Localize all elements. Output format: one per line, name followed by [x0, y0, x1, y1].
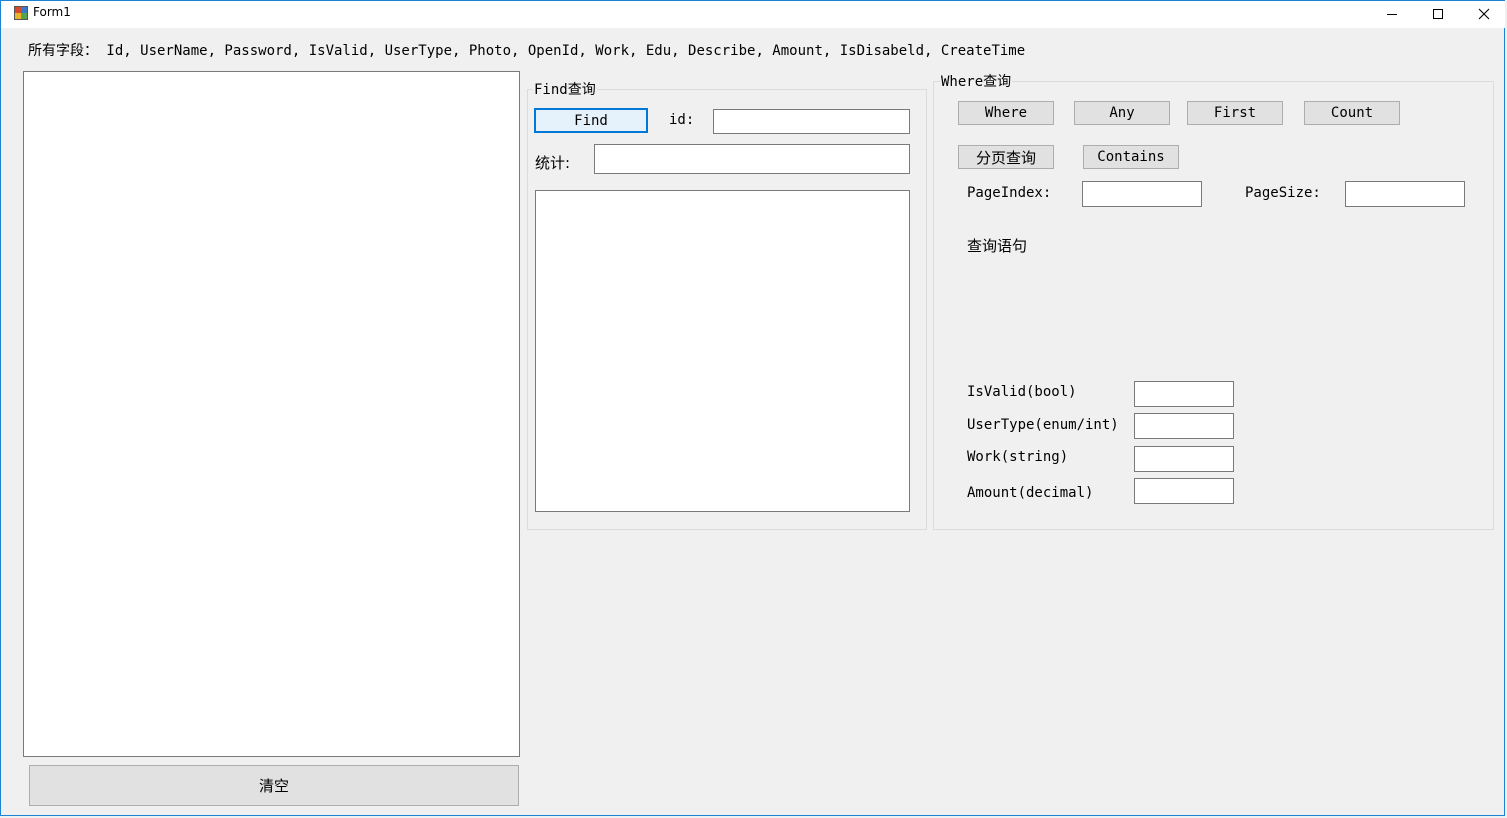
where-button[interactable]: Where	[958, 101, 1054, 125]
fields-label: 所有字段： Id, UserName, Password, IsValid, U…	[28, 43, 1026, 59]
work-input[interactable]	[1134, 446, 1234, 472]
output-textbox[interactable]	[23, 71, 520, 757]
usertype-label: UserType(enum/int)	[967, 417, 1119, 433]
window-title: Form1	[33, 5, 71, 19]
minimize-icon	[1387, 14, 1397, 15]
close-icon	[1478, 8, 1490, 20]
contains-button[interactable]: Contains	[1083, 145, 1179, 169]
page-index-label: PageIndex:	[967, 185, 1052, 201]
id-label: id:	[669, 112, 695, 128]
stat-input[interactable]	[594, 144, 910, 174]
paging-query-button[interactable]: 分页查询	[958, 145, 1054, 169]
maximize-icon	[1433, 9, 1443, 19]
clear-button[interactable]: 清空	[29, 765, 519, 806]
title-bar[interactable]: Form1	[1, 1, 1505, 28]
close-button[interactable]	[1461, 1, 1507, 27]
first-button[interactable]: First	[1187, 101, 1283, 125]
amount-input[interactable]	[1134, 478, 1234, 504]
page-index-input[interactable]	[1082, 181, 1202, 207]
count-button[interactable]: Count	[1304, 101, 1400, 125]
stat-label: 统计:	[535, 154, 571, 172]
page-size-input[interactable]	[1345, 181, 1465, 207]
minimize-button[interactable]	[1369, 1, 1415, 27]
find-button[interactable]: Find	[534, 108, 648, 133]
usertype-input[interactable]	[1134, 413, 1234, 439]
find-result-textbox[interactable]	[535, 190, 910, 512]
work-label: Work(string)	[967, 449, 1069, 465]
id-input[interactable]	[713, 109, 910, 134]
isvalid-label: IsValid(bool)	[967, 384, 1077, 400]
any-button[interactable]: Any	[1074, 101, 1170, 125]
app-icon	[14, 6, 28, 20]
find-group-title: Find查询	[533, 79, 597, 99]
maximize-button[interactable]	[1415, 1, 1461, 27]
page-size-label: PageSize:	[1245, 185, 1321, 201]
isvalid-input[interactable]	[1134, 381, 1234, 407]
query-statement-label: 查询语句	[967, 237, 1028, 255]
where-group-title: Where查询	[940, 71, 1013, 91]
amount-label: Amount(decimal)	[967, 485, 1094, 501]
